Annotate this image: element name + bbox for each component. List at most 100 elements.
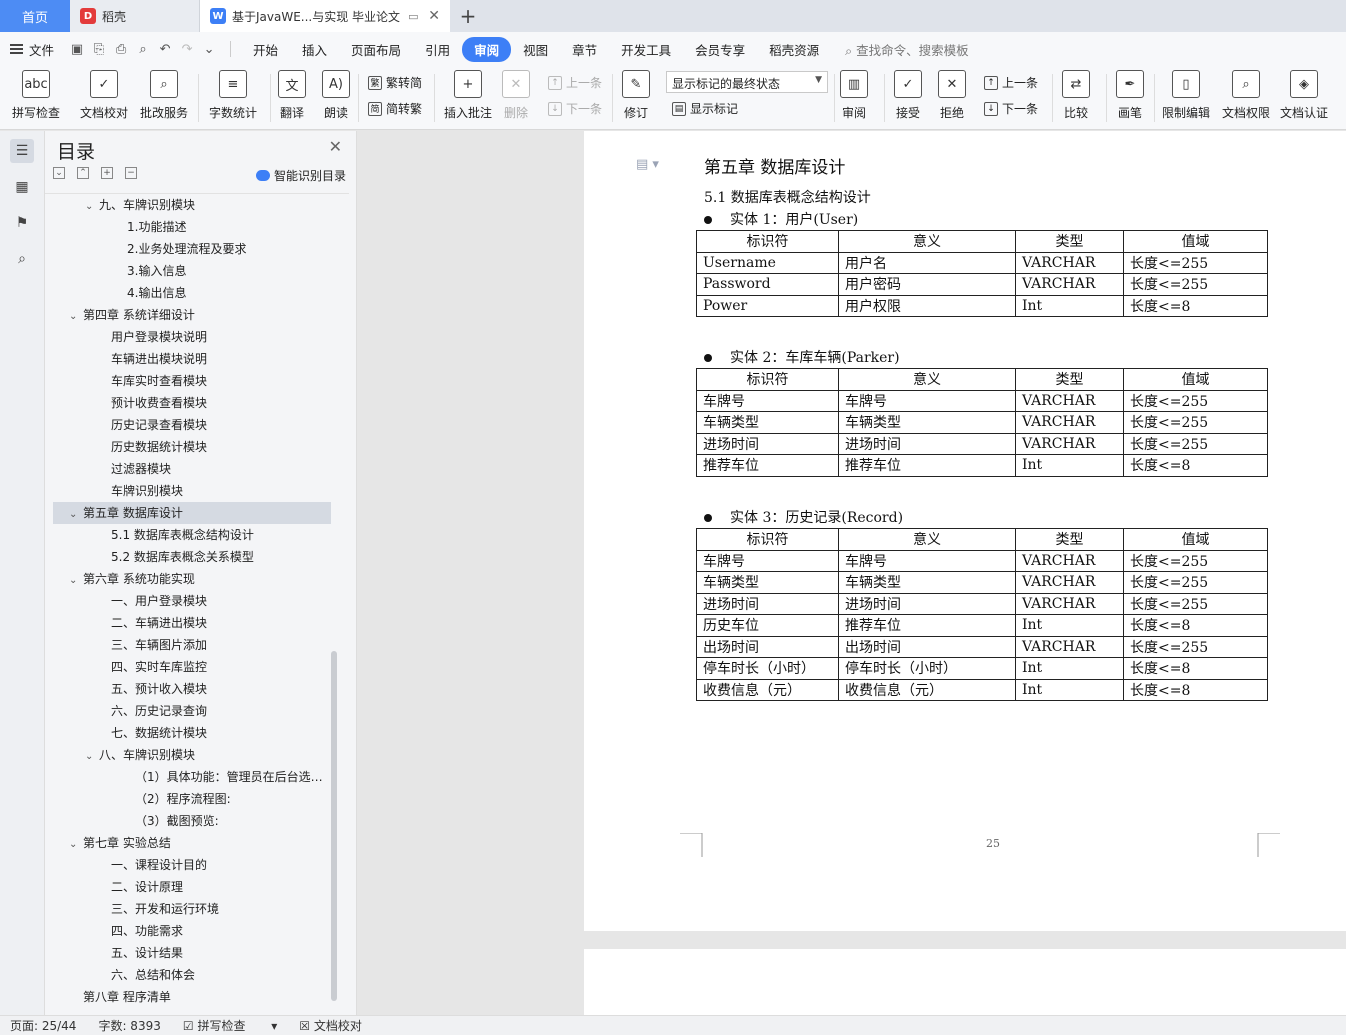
save-icon[interactable]: ▣: [66, 42, 88, 57]
toc-item[interactable]: 3.输入信息: [53, 260, 331, 282]
pin-icon[interactable]: ▭: [408, 10, 418, 23]
remove-heading-icon[interactable]: −: [125, 167, 137, 179]
toc-item[interactable]: 5.2 数据库表概念关系模型: [53, 546, 331, 568]
menu-layout[interactable]: 页面布局: [339, 37, 413, 62]
chevron-down-icon[interactable]: ⌄: [85, 746, 99, 766]
toc-scrollbar[interactable]: [331, 651, 337, 1001]
toc-item[interactable]: ⌄ 九、车牌识别模块: [53, 194, 331, 216]
markup-state-select[interactable]: 显示标记的最终状态 ▼: [666, 71, 828, 93]
toc-item[interactable]: 七、数据统计模块: [53, 722, 331, 744]
toc-item[interactable]: 预计收费查看模块: [53, 392, 331, 414]
spell-check-button[interactable]: abc 拼写检查: [12, 70, 60, 121]
more-chevron-icon[interactable]: ⌄: [198, 42, 220, 57]
toc-item[interactable]: （2）程序流程图:: [53, 788, 331, 810]
menu-reference[interactable]: 引用: [413, 37, 462, 62]
toc-item[interactable]: 4.输出信息: [53, 282, 331, 304]
document-proofread-button[interactable]: ✓ 文档校对: [80, 70, 128, 121]
undo-icon[interactable]: ↶: [154, 42, 176, 57]
menu-view[interactable]: 视图: [511, 37, 560, 62]
menu-devtools[interactable]: 开发工具: [609, 37, 683, 62]
menu-insert[interactable]: 插入: [290, 37, 339, 62]
print-preview-icon[interactable]: ⌕: [132, 42, 154, 57]
status-spell-check[interactable]: ☑ 拼写检查 ▾: [183, 1017, 277, 1034]
next-change-button[interactable]: ↓ 下一条: [984, 100, 1038, 117]
insert-comment-button[interactable]: + 插入批注: [444, 70, 492, 121]
export-pdf-icon[interactable]: ⎘: [88, 42, 110, 57]
toc-item[interactable]: 一、课程设计目的: [53, 854, 331, 876]
expand-all-icon[interactable]: ⌄: [53, 167, 65, 179]
toc-item[interactable]: ⌄ 八、车牌识别模块: [53, 744, 331, 766]
simp-to-trad-button[interactable]: 简 简转繁: [368, 100, 422, 117]
file-menu[interactable]: 文件: [10, 40, 54, 59]
collapse-all-icon[interactable]: ⌃: [77, 167, 89, 179]
menu-member[interactable]: 会员专享: [683, 37, 757, 62]
close-tab-icon[interactable]: ✕: [428, 8, 440, 24]
toc-item[interactable]: ⌄ 第七章 实验总结: [53, 832, 331, 854]
toc-item[interactable]: 用户登录模块说明: [53, 326, 331, 348]
review-pane-button[interactable]: ▥ 审阅: [840, 70, 868, 121]
menu-resources[interactable]: 稻壳资源: [757, 37, 831, 62]
toc-item[interactable]: 二、设计原理: [53, 876, 331, 898]
toc-item[interactable]: 二、车辆进出模块: [53, 612, 331, 634]
print-icon[interactable]: ⎙: [110, 42, 132, 57]
toc-item[interactable]: 一、用户登录模块: [53, 590, 331, 612]
translate-button[interactable]: 文 翻译: [278, 70, 306, 121]
word-count-button[interactable]: ≡ 字数统计: [209, 70, 257, 121]
status-proofread[interactable]: ☒ 文档校对: [299, 1017, 384, 1034]
restrict-editing-button[interactable]: ▯ 限制编辑: [1162, 70, 1210, 121]
redo-icon[interactable]: ↷: [176, 42, 198, 57]
reject-button[interactable]: ✕ 拒绝: [938, 70, 966, 121]
word-count-indicator[interactable]: 字数: 8393: [98, 1017, 160, 1034]
close-icon[interactable]: ✕: [329, 137, 342, 156]
show-markup-button[interactable]: ▤ 显示标记: [672, 100, 738, 117]
new-tab-button[interactable]: +: [450, 0, 486, 32]
pen-button[interactable]: ✒ 画笔: [1116, 70, 1144, 121]
toc-item[interactable]: （3）截图预览:: [53, 810, 331, 832]
menu-start[interactable]: 开始: [241, 37, 290, 62]
document-certify-button[interactable]: ◈ 文档认证: [1280, 70, 1328, 121]
next-comment-button[interactable]: ↓ 下一条: [548, 100, 602, 117]
next-page[interactable]: [584, 949, 1346, 1015]
toc-item[interactable]: 2.业务处理流程及要求: [53, 238, 331, 260]
chevron-down-icon[interactable]: ⌄: [69, 504, 83, 524]
paragraph-options-icon[interactable]: ▤ ▾: [636, 157, 659, 172]
toc-panel-icon[interactable]: ☰: [10, 139, 34, 163]
add-heading-icon[interactable]: +: [101, 167, 113, 179]
menu-chapter[interactable]: 章节: [560, 37, 609, 62]
accept-button[interactable]: ✓ 接受: [894, 70, 922, 121]
chevron-down-icon[interactable]: ⌄: [69, 834, 83, 854]
tab-home[interactable]: 首页: [0, 0, 70, 32]
toc-item[interactable]: 六、历史记录查询: [53, 700, 331, 722]
toc-item[interactable]: 四、实时车库监控: [53, 656, 331, 678]
toc-item[interactable]: 车牌识别模块: [53, 480, 331, 502]
toc-item[interactable]: 五、预计收入模块: [53, 678, 331, 700]
chevron-down-icon[interactable]: ⌄: [69, 306, 83, 326]
toc-item[interactable]: 五、设计结果: [53, 942, 331, 964]
toc-item[interactable]: ⌄ 第五章 数据库设计: [53, 502, 331, 524]
read-aloud-button[interactable]: A) 朗读: [322, 70, 350, 121]
compare-button[interactable]: ⇄ 比较: [1062, 70, 1090, 121]
toc-item[interactable]: 历史数据统计模块: [53, 436, 331, 458]
toc-item[interactable]: 四、功能需求: [53, 920, 331, 942]
document-page[interactable]: ▤ ▾ 第五章 数据库设计 5.1 数据库表概念结构设计 实体 1：用户(Use…: [584, 131, 1346, 931]
toc-item[interactable]: 六、总结和体会: [53, 964, 331, 986]
batch-service-button[interactable]: ⌕ 批改服务: [140, 70, 188, 121]
tab-wk[interactable]: D 稻壳: [70, 0, 200, 32]
chevron-down-icon[interactable]: ⌄: [85, 196, 99, 216]
previous-comment-button[interactable]: ↑ 上一条: [548, 74, 602, 91]
document-rights-button[interactable]: ⌕ 文档权限: [1222, 70, 1270, 121]
trad-to-simp-button[interactable]: 繁 繁转简: [368, 74, 422, 91]
menu-review[interactable]: 审阅: [462, 36, 512, 62]
toc-item[interactable]: 过滤器模块: [53, 458, 331, 480]
chevron-down-icon[interactable]: ⌄: [69, 570, 83, 590]
track-changes-button[interactable]: ✎ 修订: [622, 70, 650, 121]
search-icon[interactable]: ⌕: [10, 247, 34, 271]
previous-change-button[interactable]: ↑ 上一条: [984, 74, 1038, 91]
toc-item[interactable]: 三、车辆图片添加: [53, 634, 331, 656]
smart-toc-button[interactable]: 智能识别目录: [255, 167, 346, 184]
toc-item[interactable]: 车辆进出模块说明: [53, 348, 331, 370]
toc-item[interactable]: ⌄ 第四章 系统详细设计: [53, 304, 331, 326]
command-search[interactable]: ⌕ 查找命令、搜索模板: [845, 40, 969, 59]
chapter-nav-icon[interactable]: ▦: [10, 175, 34, 199]
toc-item[interactable]: ⌄ 第六章 系统功能实现: [53, 568, 331, 590]
